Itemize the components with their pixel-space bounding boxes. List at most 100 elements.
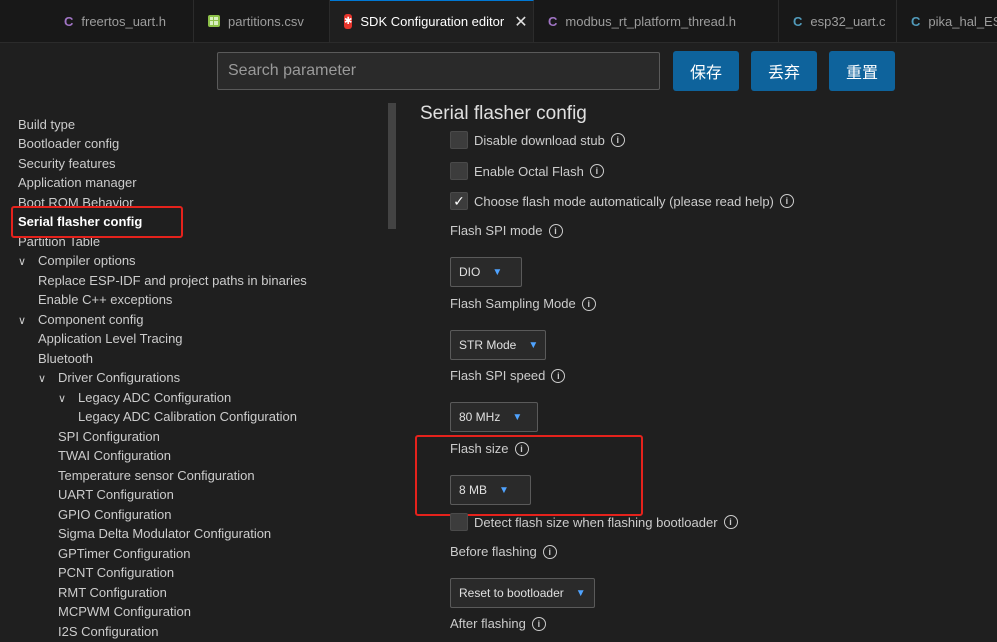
flash-size-label: Flash size i	[450, 441, 529, 456]
detect-flash-size-option: Detect flash size when flashing bootload…	[450, 513, 738, 531]
enable-octal-flash-checkbox[interactable]	[450, 162, 468, 180]
choose-flash-mode-auto-option: ✓ Choose flash mode automatically (pleas…	[450, 192, 794, 210]
tree-item-legacy-adc-configuration[interactable]: ∨ Legacy ADC Configuration	[58, 388, 231, 408]
tab-label: partitions.csv	[228, 13, 304, 29]
tree-item-legacy-adc-calibration[interactable]: Legacy ADC Calibration Configuration	[78, 407, 297, 427]
tree-item-gpio-configuration[interactable]: GPIO Configuration	[58, 505, 171, 525]
esp-idf-icon: ✱	[344, 14, 353, 29]
c-file-icon: C	[911, 13, 921, 29]
option-label: Choose flash mode automatically (please …	[474, 193, 774, 209]
chevron-down-icon[interactable]: ∨	[38, 369, 58, 389]
save-button[interactable]: 保存	[673, 51, 739, 91]
tab-esp32-uart-c[interactable]: C esp32_uart.c	[779, 0, 897, 42]
tree-item-mcpwm[interactable]: MCPWM Configuration	[58, 602, 191, 622]
disable-download-stub-option: Disable download stub i	[450, 131, 625, 149]
annotation-highlight-box	[11, 206, 183, 238]
tree-item-security-features[interactable]: Security features	[18, 154, 116, 174]
tree-item-label: Component config	[38, 312, 144, 327]
search-input[interactable]	[228, 62, 649, 80]
after-flashing-label: After flashing i	[450, 616, 546, 631]
info-icon[interactable]: i	[548, 223, 563, 238]
option-label: Disable download stub	[474, 132, 605, 148]
reset-button[interactable]: 重置	[829, 51, 895, 91]
flash-size-select[interactable]: 8 MB ▼	[450, 475, 531, 505]
label-text: Flash Sampling Mode	[450, 296, 576, 311]
label-text: Before flashing	[450, 544, 537, 559]
flash-sampling-mode-select[interactable]: STR Mode ▼	[450, 330, 546, 360]
tree-item-replace-paths[interactable]: Replace ESP-IDF and project paths in bin…	[38, 271, 307, 291]
select-value: DIO	[459, 265, 481, 279]
c-file-icon: C	[548, 13, 558, 29]
section-title: Serial flasher config	[420, 103, 587, 124]
flash-spi-mode-select[interactable]: DIO ▼	[450, 257, 522, 287]
info-icon[interactable]: i	[531, 616, 546, 631]
tree-item-component-config[interactable]: ∨ Component config	[18, 310, 144, 330]
chevron-down-icon[interactable]: ∨	[58, 389, 78, 409]
before-flashing-select[interactable]: Reset to bootloader ▼	[450, 578, 595, 608]
tree-item-twai-configuration[interactable]: TWAI Configuration	[58, 446, 171, 466]
tree-item-spi-configuration[interactable]: SPI Configuration	[58, 427, 160, 447]
tree-item-pcnt[interactable]: PCNT Configuration	[58, 563, 174, 583]
tab-label: esp32_uart.c	[810, 13, 886, 29]
tree-item-gptimer[interactable]: GPTimer Configuration	[58, 544, 190, 564]
tree-scrollbar[interactable]	[388, 103, 396, 229]
tab-label: modbus_rt_platform_thread.h	[565, 13, 736, 29]
label-text: Flash SPI mode	[450, 223, 543, 238]
chevron-down-icon: ▼	[512, 411, 523, 423]
info-icon[interactable]: i	[514, 441, 529, 456]
chevron-down-icon[interactable]: ∨	[18, 311, 38, 331]
info-icon[interactable]: i	[551, 368, 566, 383]
select-value: 8 MB	[459, 483, 488, 497]
flash-spi-speed-label: Flash SPI speed i	[450, 368, 566, 383]
label-text: Flash size	[450, 441, 509, 456]
tab-pika-hal-esp[interactable]: C pika_hal_ESP	[897, 0, 997, 42]
disable-download-stub-checkbox[interactable]	[450, 131, 468, 149]
tab-label: freertos_uart.h	[81, 13, 166, 29]
search-box[interactable]	[217, 52, 660, 90]
chevron-down-icon[interactable]: ∨	[18, 252, 38, 272]
label-text: After flashing	[450, 616, 526, 631]
info-icon[interactable]: i	[581, 296, 596, 311]
tab-freertos-uart-h[interactable]: C freertos_uart.h	[50, 0, 194, 42]
flash-spi-mode-label: Flash SPI mode i	[450, 223, 563, 238]
tab-label: pika_hal_ESP	[928, 13, 997, 29]
chevron-down-icon: ▼	[492, 266, 503, 278]
close-icon[interactable]: ✕	[514, 12, 527, 32]
tab-partitions-csv[interactable]: partitions.csv	[194, 0, 330, 42]
chevron-down-icon: ▼	[499, 484, 509, 496]
editor-tab-bar: C freertos_uart.h partitions.csv ✱ SDK C…	[0, 0, 997, 43]
choose-flash-mode-auto-checkbox[interactable]: ✓	[450, 192, 468, 210]
select-value: Reset to bootloader	[459, 586, 564, 600]
info-icon[interactable]: i	[723, 515, 738, 529]
option-label: Enable Octal Flash	[474, 163, 584, 179]
tree-item-cpp-exceptions[interactable]: Enable C++ exceptions	[38, 290, 172, 310]
tree-item-compiler-options[interactable]: ∨ Compiler options	[18, 251, 136, 271]
c-file-icon: C	[793, 13, 803, 29]
info-icon[interactable]: i	[610, 133, 625, 147]
tree-item-driver-configurations[interactable]: ∨ Driver Configurations	[38, 368, 180, 388]
tree-item-build-type[interactable]: Build type	[18, 115, 75, 135]
tab-sdk-configuration-editor[interactable]: ✱ SDK Configuration editor ✕	[330, 0, 534, 42]
tree-item-application-manager[interactable]: Application manager	[18, 173, 137, 193]
tree-item-bluetooth[interactable]: Bluetooth	[38, 349, 93, 369]
tree-item-rmt[interactable]: RMT Configuration	[58, 583, 167, 603]
tree-item-temperature-sensor[interactable]: Temperature sensor Configuration	[58, 466, 255, 486]
label-text: Flash SPI speed	[450, 368, 546, 383]
tab-label: SDK Configuration editor	[360, 14, 505, 29]
info-icon[interactable]: i	[779, 194, 794, 208]
tree-item-bootloader-config[interactable]: Bootloader config	[18, 134, 119, 154]
csv-file-icon	[208, 15, 220, 27]
before-flashing-label: Before flashing i	[450, 544, 557, 559]
tab-modbus-rt-platform-thread-h[interactable]: C modbus_rt_platform_thread.h	[534, 0, 779, 42]
flash-spi-speed-select[interactable]: 80 MHz ▼	[450, 402, 538, 432]
detect-flash-size-checkbox[interactable]	[450, 513, 468, 531]
tree-item-uart-configuration[interactable]: UART Configuration	[58, 485, 174, 505]
info-icon[interactable]: i	[589, 164, 604, 178]
info-icon[interactable]: i	[542, 544, 557, 559]
c-file-icon: C	[64, 13, 74, 29]
tree-item-sigma-delta[interactable]: Sigma Delta Modulator Configuration	[58, 524, 271, 544]
chevron-down-icon: ▼	[528, 339, 539, 351]
tree-item-i2s[interactable]: I2S Configuration	[58, 622, 158, 642]
tree-item-app-level-tracing[interactable]: Application Level Tracing	[38, 329, 183, 349]
discard-button[interactable]: 丢弃	[751, 51, 817, 91]
